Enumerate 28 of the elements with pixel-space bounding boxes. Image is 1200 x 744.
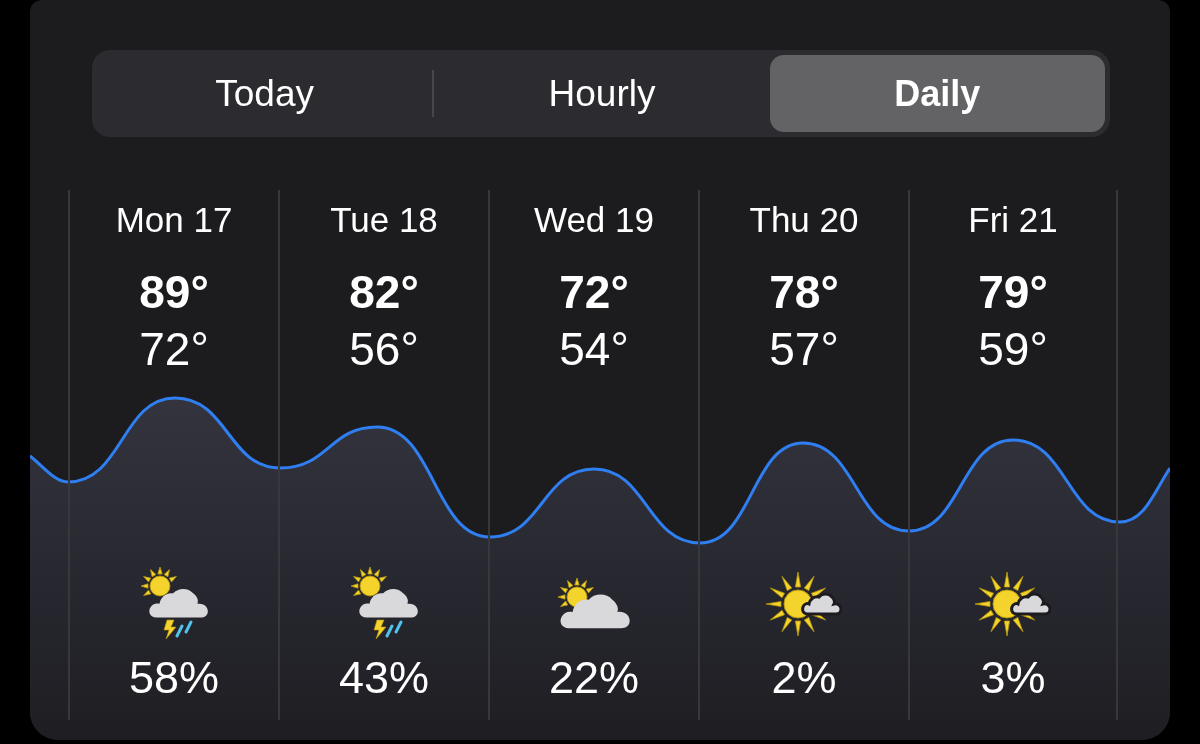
thunderstorm-icon	[350, 566, 418, 642]
low-temperature: 56°	[349, 324, 419, 374]
tab[interactable]: Today	[97, 55, 433, 132]
sun-and-cloud-icon	[766, 570, 842, 638]
partly-cloudy-icon	[557, 577, 631, 631]
low-temperature: 57°	[769, 324, 839, 374]
low-temperature: 72°	[139, 324, 209, 374]
tab[interactable]: Hourly	[434, 55, 770, 132]
day-label: Fri 21	[968, 200, 1058, 240]
high-temperature: 72°	[559, 267, 629, 317]
high-temperature: 89°	[139, 267, 209, 317]
high-temperature: 82°	[349, 267, 419, 317]
low-temperature: 54°	[559, 324, 629, 374]
precipitation-chance: 43%	[338, 653, 430, 703]
day-label: Tue 18	[330, 200, 438, 240]
day-label: Wed 19	[534, 200, 654, 240]
day-label: Thu 20	[749, 200, 859, 240]
high-temperature: 79°	[978, 267, 1048, 317]
precipitation-chance: 2%	[771, 653, 837, 703]
sun-and-cloud-icon	[975, 570, 1051, 638]
thunderstorm-icon	[140, 566, 208, 642]
precipitation-chance: 22%	[548, 653, 640, 703]
tab[interactable]: Daily	[769, 55, 1105, 132]
precipitation-chance: 58%	[128, 653, 220, 703]
day-label: Mon 17	[115, 200, 233, 240]
precipitation-chance: 3%	[980, 653, 1046, 703]
low-temperature: 59°	[978, 324, 1048, 374]
high-temperature: 78°	[769, 267, 839, 317]
